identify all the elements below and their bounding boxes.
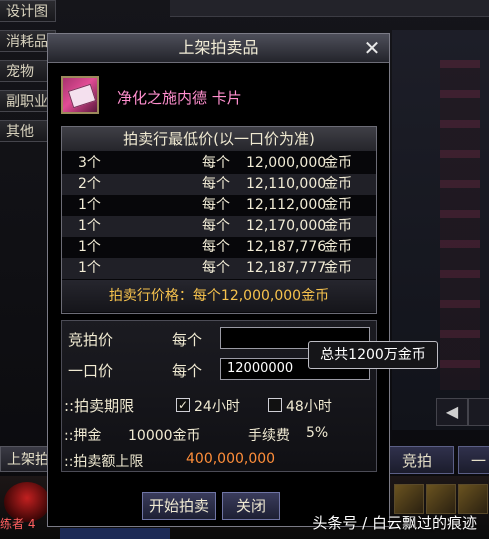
next-page-button[interactable] <box>468 398 489 426</box>
limit-label: ::拍卖额上限 <box>64 454 144 470</box>
card-icon <box>61 76 99 114</box>
bid-button[interactable]: 竞拍 <box>380 446 454 474</box>
buyout-per-label: 每个 <box>172 362 203 380</box>
row-amount: 12,187,776 <box>246 239 327 255</box>
table-row: 1个 每个 12,187,777 金币 <box>62 258 376 279</box>
auction-item: 净化之施内德 卡片 <box>61 76 377 116</box>
buyout-price-label: 一口价 <box>68 362 114 380</box>
row-unit: 金币 <box>324 176 352 192</box>
background-character-art <box>440 60 480 390</box>
close-button[interactable]: 关闭 <box>222 492 280 520</box>
duration-24h-label: 24小时 <box>194 399 240 415</box>
bid-price-label: 竞拍价 <box>68 331 114 349</box>
duration-48h-label: 48小时 <box>286 399 332 415</box>
close-icon[interactable]: ✕ <box>361 37 383 59</box>
item-name: 净化之施内德 卡片 <box>117 89 242 107</box>
row-qty: 1个 <box>78 197 101 213</box>
skill-slot-icon[interactable] <box>394 484 424 514</box>
duration-24h-checkbox[interactable]: ✓ <box>176 398 190 412</box>
table-row: 1个 每个 12,112,000 金币 <box>62 195 376 216</box>
row-unit: 金币 <box>324 155 352 171</box>
nav-item-blueprint[interactable]: 设计图 <box>0 0 56 22</box>
row-qty: 1个 <box>78 218 101 234</box>
duration-label: ::拍卖期限 <box>64 397 135 415</box>
lowest-price-table: 拍卖行最低价(以一口价为准) 3个 每个 12,000,000 金币 2个 每个… <box>61 126 377 314</box>
level-text: 练者 4 <box>0 517 36 531</box>
prev-page-button[interactable]: ◀ <box>436 398 468 426</box>
skill-slot-icon[interactable] <box>426 484 456 514</box>
table-row: 1个 每个 12,170,000 金币 <box>62 216 376 237</box>
price-table-header: 拍卖行最低价(以一口价为准) <box>62 127 376 151</box>
market-price: 拍卖行价格：每个12,000,000金币 <box>62 280 376 312</box>
row-qty: 2个 <box>78 176 101 192</box>
row-unit: 金币 <box>324 218 352 234</box>
fee-value: 5% <box>306 425 329 441</box>
row-amount: 12,187,777 <box>246 260 327 276</box>
row-amount: 12,000,000 <box>246 155 327 171</box>
table-row: 1个 每个 12,187,776 金币 <box>62 237 376 258</box>
background-top-bar <box>170 0 489 17</box>
total-price-tooltip: 总共1200万金币 <box>308 341 438 369</box>
duration-48h-checkbox[interactable] <box>268 398 282 412</box>
row-per: 每个 <box>202 260 230 276</box>
row-per: 每个 <box>202 218 230 234</box>
bid-per-label: 每个 <box>172 331 203 349</box>
row-per: 每个 <box>202 176 230 192</box>
row-unit: 金币 <box>324 197 352 213</box>
row-qty: 1个 <box>78 239 101 255</box>
deposit-value: 10000金币 <box>128 428 201 444</box>
skill-slot-icon[interactable] <box>458 484 488 514</box>
row-per: 每个 <box>202 197 230 213</box>
row-amount: 12,112,000 <box>246 197 327 213</box>
table-row: 2个 每个 12,110,000 金币 <box>62 174 376 195</box>
limit-value: 400,000,000 <box>186 451 276 467</box>
deposit-label: ::押金 <box>64 428 102 444</box>
row-qty: 3个 <box>78 155 101 171</box>
dialog-title: 上架拍卖品 <box>48 34 389 63</box>
row-amount: 12,110,000 <box>246 176 327 192</box>
start-auction-button[interactable]: 开始拍卖 <box>142 492 216 520</box>
card-picture <box>67 83 97 109</box>
fee-label: 手续费 <box>248 428 290 444</box>
buyout-button[interactable]: 一 <box>458 446 489 474</box>
row-qty: 1个 <box>78 260 101 276</box>
row-per: 每个 <box>202 155 230 171</box>
row-amount: 12,170,000 <box>246 218 327 234</box>
list-auction-dialog: 上架拍卖品 ✕ 净化之施内德 卡片 拍卖行最低价(以一口价为准) 3个 每个 1… <box>47 33 390 527</box>
table-row: 3个 每个 12,000,000 金币 <box>62 153 376 174</box>
row-per: 每个 <box>202 239 230 255</box>
mp-bar <box>60 528 170 539</box>
row-unit: 金币 <box>324 260 352 276</box>
row-unit: 金币 <box>324 239 352 255</box>
watermark: 头条号 / 白云飘过的痕迹 <box>312 514 477 532</box>
